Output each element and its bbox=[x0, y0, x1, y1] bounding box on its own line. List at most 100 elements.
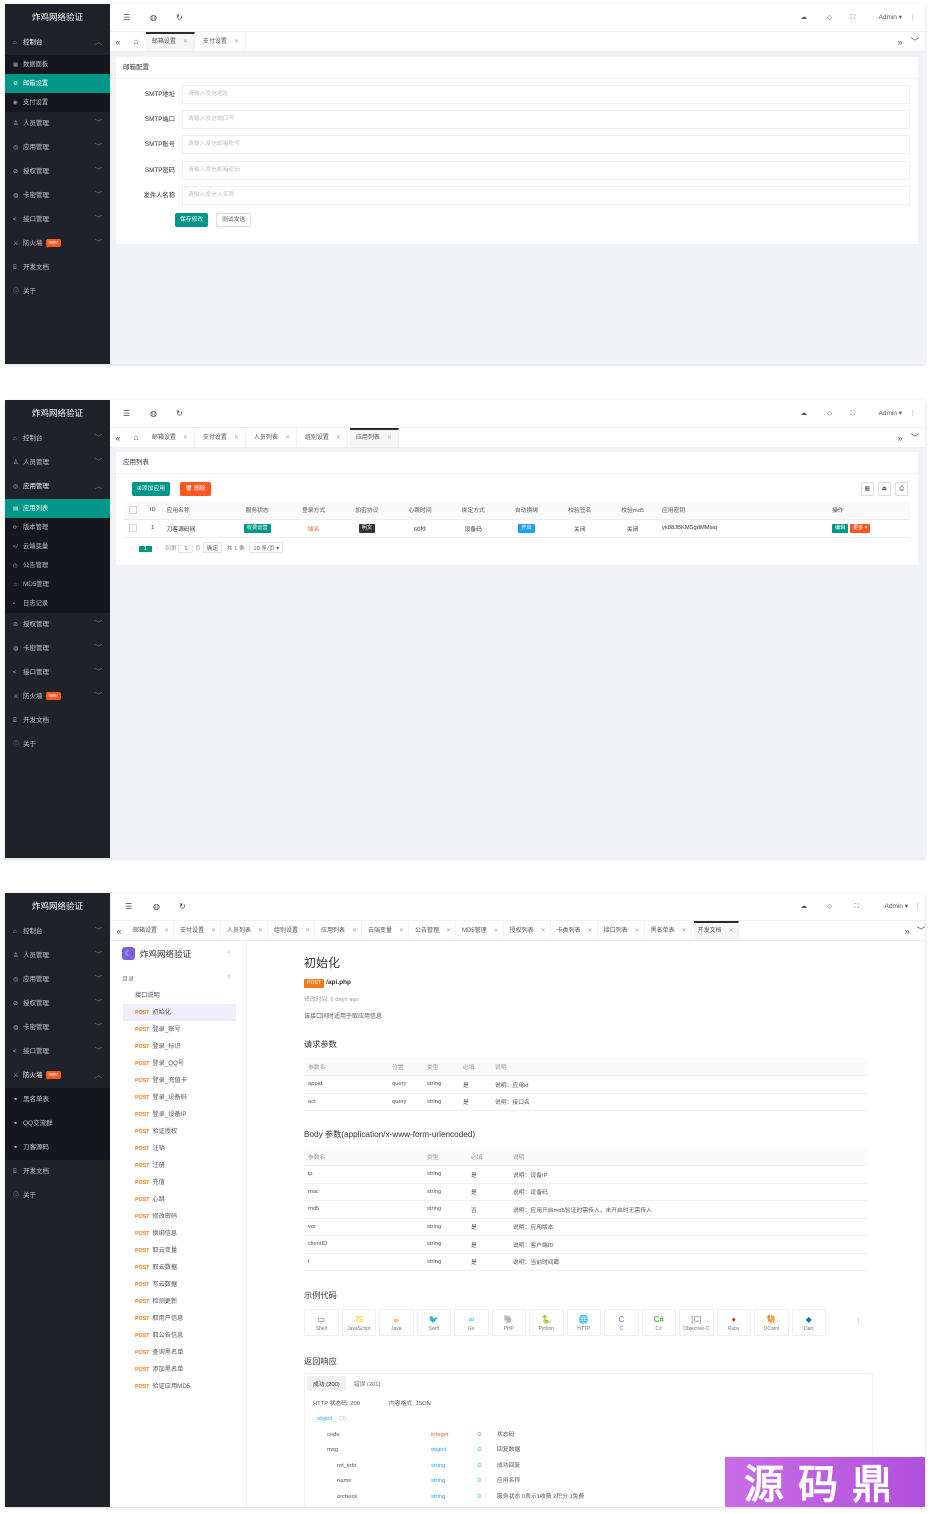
edit-button[interactable]: 编辑 bbox=[831, 523, 849, 533]
sidebar-subitem-daoke[interactable]: ⚭ 刀客源码 bbox=[5, 1136, 110, 1160]
theme-icon[interactable]: ☁ bbox=[801, 893, 808, 921]
more-languages-icon[interactable]: ⋮ bbox=[855, 1317, 862, 1325]
sidebar-item-about[interactable]: ⓘ 关于 bbox=[5, 280, 110, 304]
tab-users[interactable]: 人员列表 ✕ bbox=[223, 921, 268, 940]
user-menu[interactable]: Admin ▾ bbox=[885, 893, 909, 921]
next-page-button[interactable]: › bbox=[156, 546, 158, 552]
sidebar-item-firewall[interactable]: ⚔ 防火墙 new ﹀ bbox=[5, 232, 110, 256]
sidebar-subitem-cloud-vars[interactable]: </云端变量 bbox=[5, 537, 110, 556]
doc-nav-item[interactable]: POST 取云数据 bbox=[110, 1259, 246, 1276]
refresh-icon[interactable]: ↻ bbox=[176, 4, 183, 32]
schema-key[interactable]: object bbox=[317, 1412, 332, 1427]
refresh-icon[interactable]: ↻ bbox=[179, 893, 186, 921]
goto-page-input[interactable]: 1 bbox=[178, 545, 194, 553]
tab-md5[interactable]: MD5管理 ✕ bbox=[458, 921, 504, 940]
columns-icon[interactable]: ▦ bbox=[860, 482, 874, 496]
sidebar-item-about[interactable]: ⓘ 关于 bbox=[5, 1184, 110, 1208]
language-option[interactable]: ☕ Java bbox=[379, 1309, 414, 1336]
tab-email[interactable]: 邮箱设置 ✕ bbox=[146, 428, 195, 447]
fullscreen-icon[interactable]: ⛶ bbox=[850, 4, 855, 32]
sidebar-item-apps[interactable]: ◎ 应用管理 ﹀ bbox=[5, 968, 110, 992]
tab-app-list[interactable]: 应用列表 ✕ bbox=[349, 428, 399, 447]
doc-nav-item[interactable]: POST 登录_QQ号 bbox=[110, 1055, 246, 1072]
language-option[interactable]: ♦ Ruby bbox=[716, 1309, 751, 1336]
tab-auth-list[interactable]: 授权列表 ✕ bbox=[506, 921, 551, 940]
smtp-host-input[interactable]: 请输入发信地址 bbox=[182, 85, 910, 104]
tag-icon[interactable]: ◇ bbox=[827, 893, 832, 921]
schema-key[interactable]: msg bbox=[327, 1443, 338, 1458]
sidebar-item-about[interactable]: ⓘ 关于 bbox=[5, 733, 110, 757]
sidebar-item-auth[interactable]: ⊘ 授权管理 ﹀ bbox=[5, 160, 110, 184]
sidebar-subitem-blacklist[interactable]: ⚭ 黑名单表 bbox=[5, 1088, 110, 1112]
more-icon[interactable]: ⋮ bbox=[910, 4, 917, 32]
sidebar-subitem-payment[interactable]: ◉ 支付设置 bbox=[5, 93, 110, 112]
tab-api-list[interactable]: 接口列表 ✕ bbox=[600, 921, 645, 940]
tab-payment[interactable]: 支付设置 ✕ bbox=[197, 32, 246, 51]
more-button[interactable]: 更多 ▾ bbox=[849, 523, 871, 533]
doc-nav-item[interactable]: POST 登录_设备IP bbox=[110, 1106, 246, 1123]
home-icon[interactable]: ⌂ bbox=[128, 428, 144, 447]
menu-icon[interactable]: ☰ bbox=[123, 4, 130, 32]
chevron-down-icon[interactable]: ﹀ bbox=[907, 32, 923, 51]
chevrons-right-icon[interactable]: » bbox=[892, 428, 908, 447]
chevron-down-icon[interactable]: ﹀ bbox=[913, 921, 925, 940]
doc-nav-item[interactable]: POST 修改密码 bbox=[110, 1208, 246, 1225]
sidebar-subitem-notices[interactable]: ◷ 公告管理 bbox=[5, 556, 110, 575]
confirm-button[interactable]: 确定 bbox=[202, 542, 223, 553]
language-option[interactable]: 🌐 HTTP bbox=[566, 1309, 601, 1336]
chevrons-left-icon[interactable]: « bbox=[110, 32, 126, 51]
language-option[interactable]: ∞ Go bbox=[454, 1309, 489, 1336]
user-menu[interactable]: Admin ▾ bbox=[879, 4, 903, 32]
smtp-account-input[interactable]: 请输入发信邮箱账号 bbox=[182, 135, 910, 154]
language-option[interactable]: ▭ Shell bbox=[304, 1309, 339, 1336]
language-option[interactable]: 🐍 Python bbox=[529, 1309, 564, 1336]
print-icon[interactable]: ⎙ bbox=[895, 482, 908, 496]
tab-payment[interactable]: 支付设置 ✕ bbox=[176, 921, 221, 940]
sidebar-item-control[interactable]: ⌂ 控制台 ﹀ bbox=[5, 920, 110, 944]
doc-nav-item[interactable]: POST 登录_设备码 bbox=[110, 1089, 246, 1106]
doc-nav-item[interactable]: POST 登录_标识 bbox=[110, 1038, 246, 1055]
tab-blacklist[interactable]: 黑名单表 ✕ bbox=[647, 921, 692, 940]
sidebar-item-auth[interactable]: ⊘ 授权管理 ﹀ bbox=[5, 992, 110, 1016]
tab-users[interactable]: 人员列表 ✕ bbox=[248, 428, 297, 447]
doc-nav-item[interactable]: POST 登录_账号 bbox=[110, 1021, 246, 1038]
sidebar-subitem-qq-group[interactable]: ⚭ QQ交流群 bbox=[5, 1112, 110, 1136]
doc-nav-item[interactable]: POST 登录_充值卡 bbox=[110, 1072, 246, 1089]
theme-icon[interactable]: ☁ bbox=[801, 400, 808, 428]
sidebar-item-firewall[interactable]: ⚔ 防火墙 new ﹀ bbox=[5, 685, 110, 709]
sidebar-item-docs[interactable]: ⌸ 开发文档 bbox=[5, 256, 110, 280]
fullscreen-icon[interactable]: ⛶ bbox=[854, 893, 859, 921]
home-icon[interactable]: ⌂ bbox=[128, 32, 144, 51]
language-option[interactable]: [C] Objective-C bbox=[679, 1309, 714, 1336]
sidebar-item-docs[interactable]: ⌸ 开发文档 bbox=[5, 1160, 110, 1184]
sidebar-item-control[interactable]: ⌂ 控制台 ﹀ bbox=[5, 427, 110, 451]
smtp-password-input[interactable]: 请输入发信邮箱密码 bbox=[182, 161, 910, 180]
theme-icon[interactable]: ☁ bbox=[801, 4, 808, 32]
tab-cloud-vars[interactable]: 云端变量 ✕ bbox=[364, 921, 409, 940]
sidebar-item-cards[interactable]: ◍ 卡密管理 ﹀ bbox=[5, 184, 110, 208]
tab-email[interactable]: 邮箱设置 ✕ bbox=[129, 921, 174, 940]
row-checkbox[interactable] bbox=[129, 524, 137, 532]
doc-nav-item[interactable]: POST 验证授权 bbox=[110, 1123, 246, 1140]
language-option[interactable]: CC bbox=[604, 1309, 639, 1336]
sidebar-subitem-dashboard[interactable]: ▦ 数据面板 bbox=[5, 55, 110, 74]
doc-nav-item[interactable]: POST 充值 bbox=[110, 1174, 246, 1191]
chevrons-left-icon[interactable]: « bbox=[110, 428, 126, 447]
fullscreen-icon[interactable]: ⛶ bbox=[850, 400, 855, 428]
delete-button[interactable]: 🗑 删除 bbox=[180, 482, 211, 496]
tab-card-types[interactable]: 卡类列表 ✕ bbox=[553, 921, 598, 940]
prev-page-button[interactable]: ‹ bbox=[132, 546, 134, 552]
search-icon[interactable]: ⌕ bbox=[227, 949, 231, 957]
sidebar-item-users[interactable]: ♙ 人员管理 ﹀ bbox=[5, 112, 110, 136]
more-icon[interactable]: ⋮ bbox=[910, 400, 917, 428]
sidebar-item-users[interactable]: ♙ 人员管理 ﹀ bbox=[5, 451, 110, 475]
doc-nav-item[interactable]: POST 注销 bbox=[110, 1140, 246, 1157]
doc-nav-item[interactable]: POST 验证应用MD5 bbox=[110, 1378, 246, 1395]
tag-icon[interactable]: ◇ bbox=[827, 400, 832, 428]
tab-groups[interactable]: 组别设置 ✕ bbox=[270, 921, 315, 940]
language-option[interactable]: ◆ Dart bbox=[791, 1309, 826, 1336]
more-icon[interactable]: ⋮ bbox=[915, 893, 922, 921]
sidebar-item-cards[interactable]: ◍ 卡密管理 ﹀ bbox=[5, 1016, 110, 1040]
sidebar-subitem-email[interactable]: ⚙ 邮箱设置 bbox=[5, 74, 110, 93]
tab-app-list[interactable]: 应用列表 ✕ bbox=[317, 921, 362, 940]
